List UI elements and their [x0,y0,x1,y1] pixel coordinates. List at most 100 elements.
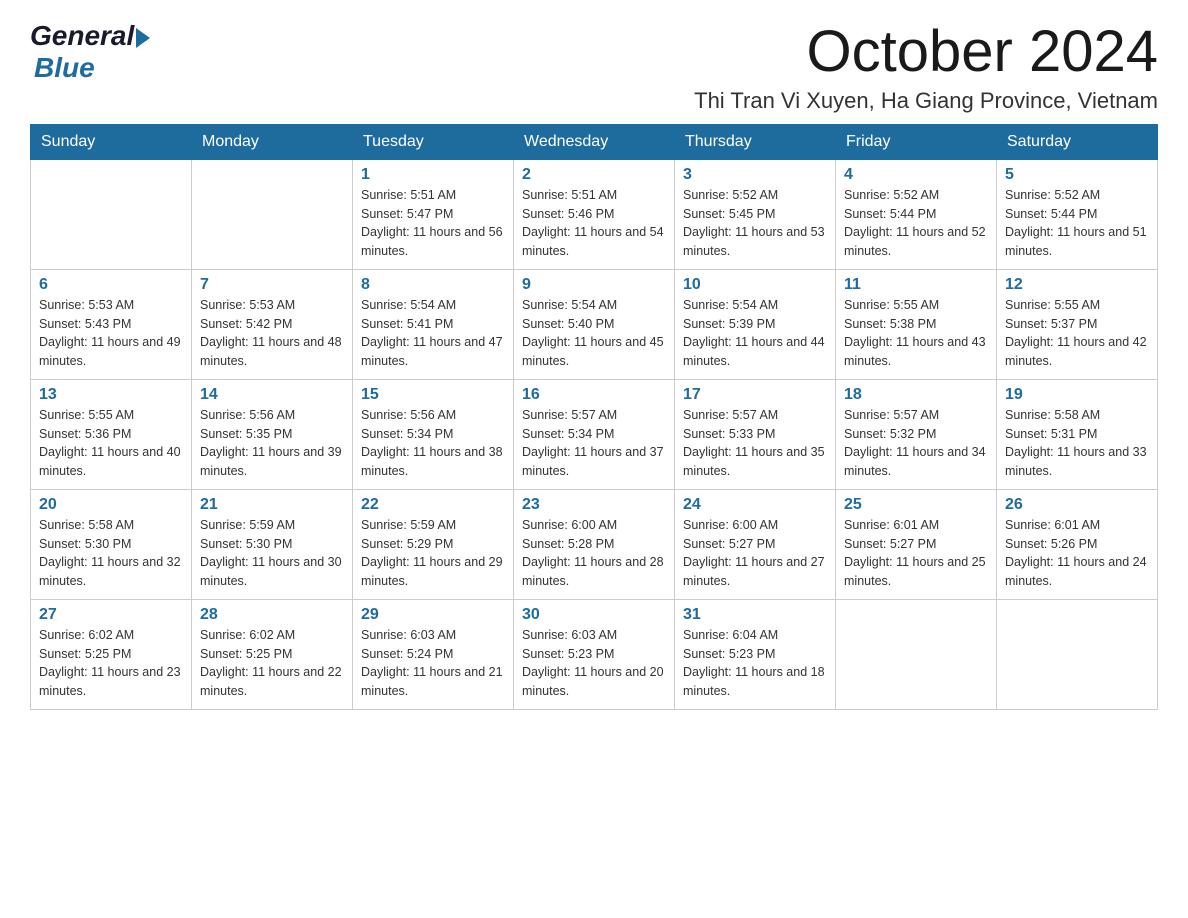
calendar-cell: 28 Sunrise: 6:02 AMSunset: 5:25 PMDayligh… [192,599,353,709]
calendar-header-tuesday: Tuesday [353,124,514,159]
day-info: Sunrise: 5:56 AMSunset: 5:34 PMDaylight:… [361,406,505,481]
day-info: Sunrise: 5:54 AMSunset: 5:40 PMDaylight:… [522,296,666,371]
calendar-week-row: 6 Sunrise: 5:53 AMSunset: 5:43 PMDaylight… [31,269,1158,379]
day-number: 30 [522,606,666,624]
calendar-table: SundayMondayTuesdayWednesdayThursdayFrid… [30,124,1158,710]
calendar-cell: 31 Sunrise: 6:04 AMSunset: 5:23 PMDayligh… [675,599,836,709]
logo: General Blue [30,20,150,84]
day-info: Sunrise: 6:03 AMSunset: 5:23 PMDaylight:… [522,626,666,701]
day-number: 21 [200,496,344,514]
calendar-cell: 27 Sunrise: 6:02 AMSunset: 5:25 PMDayligh… [31,599,192,709]
day-number: 20 [39,496,183,514]
calendar-cell: 1 Sunrise: 5:51 AMSunset: 5:47 PMDaylight… [353,159,514,269]
calendar-cell: 5Sunrise: 5:52 AMSunset: 5:44 PMDaylight… [997,159,1158,269]
day-number: 26 [1005,496,1149,514]
day-number: 6 [39,276,183,294]
calendar-cell: 21Sunrise: 5:59 AMSunset: 5:30 PMDayligh… [192,489,353,599]
calendar-cell: 19Sunrise: 5:58 AMSunset: 5:31 PMDayligh… [997,379,1158,489]
calendar-cell: 4 Sunrise: 5:52 AMSunset: 5:44 PMDaylight… [836,159,997,269]
day-info: Sunrise: 5:53 AMSunset: 5:43 PMDaylight:… [39,296,183,371]
day-info: Sunrise: 5:57 AMSunset: 5:34 PMDaylight:… [522,406,666,481]
calendar-header-sunday: Sunday [31,124,192,159]
day-info: Sunrise: 6:02 AMSunset: 5:25 PMDaylight:… [200,626,344,701]
calendar-cell: 20 Sunrise: 5:58 AMSunset: 5:30 PMDayligh… [31,489,192,599]
calendar-cell: 18Sunrise: 5:57 AMSunset: 5:32 PMDayligh… [836,379,997,489]
day-number: 22 [361,496,505,514]
calendar-cell: 11Sunrise: 5:55 AMSunset: 5:38 PMDayligh… [836,269,997,379]
calendar-week-row: 13Sunrise: 5:55 AMSunset: 5:36 PMDayligh… [31,379,1158,489]
day-info: Sunrise: 5:55 AMSunset: 5:38 PMDaylight:… [844,296,988,371]
day-info: Sunrise: 5:59 AMSunset: 5:29 PMDaylight:… [361,516,505,591]
day-number: 9 [522,276,666,294]
logo-blue-text: Blue [34,52,95,84]
day-number: 3 [683,166,827,184]
day-info: Sunrise: 5:58 AMSunset: 5:30 PMDaylight:… [39,516,183,591]
calendar-cell: 17 Sunrise: 5:57 AMSunset: 5:33 PMDayligh… [675,379,836,489]
day-number: 19 [1005,386,1149,404]
day-info: Sunrise: 5:53 AMSunset: 5:42 PMDaylight:… [200,296,344,371]
day-info: Sunrise: 6:04 AMSunset: 5:23 PMDaylight:… [683,626,827,701]
day-info: Sunrise: 6:01 AMSunset: 5:27 PMDaylight:… [844,516,988,591]
day-info: Sunrise: 5:55 AMSunset: 5:36 PMDaylight:… [39,406,183,481]
day-number: 23 [522,496,666,514]
day-info: Sunrise: 5:52 AMSunset: 5:44 PMDaylight:… [844,186,988,261]
day-number: 29 [361,606,505,624]
day-number: 17 [683,386,827,404]
day-number: 4 [844,166,988,184]
day-info: Sunrise: 5:57 AMSunset: 5:33 PMDaylight:… [683,406,827,481]
day-number: 1 [361,166,505,184]
location-title: Thi Tran Vi Xuyen, Ha Giang Province, Vi… [694,88,1158,114]
calendar-week-row: 20 Sunrise: 5:58 AMSunset: 5:30 PMDayligh… [31,489,1158,599]
day-info: Sunrise: 5:51 AMSunset: 5:47 PMDaylight:… [361,186,505,261]
calendar-cell: 25Sunrise: 6:01 AMSunset: 5:27 PMDayligh… [836,489,997,599]
calendar-cell: 30 Sunrise: 6:03 AMSunset: 5:23 PMDayligh… [514,599,675,709]
month-title: October 2024 [694,20,1158,84]
calendar-cell: 22 Sunrise: 5:59 AMSunset: 5:29 PMDayligh… [353,489,514,599]
day-number: 15 [361,386,505,404]
day-info: Sunrise: 6:00 AMSunset: 5:27 PMDaylight:… [683,516,827,591]
calendar-cell [31,159,192,269]
calendar-week-row: 1 Sunrise: 5:51 AMSunset: 5:47 PMDaylight… [31,159,1158,269]
calendar-cell: 23 Sunrise: 6:00 AMSunset: 5:28 PMDayligh… [514,489,675,599]
day-info: Sunrise: 5:54 AMSunset: 5:41 PMDaylight:… [361,296,505,371]
calendar-header-friday: Friday [836,124,997,159]
calendar-cell: 8Sunrise: 5:54 AMSunset: 5:41 PMDaylight… [353,269,514,379]
calendar-cell: 7 Sunrise: 5:53 AMSunset: 5:42 PMDaylight… [192,269,353,379]
calendar-cell [192,159,353,269]
day-info: Sunrise: 5:51 AMSunset: 5:46 PMDaylight:… [522,186,666,261]
day-number: 2 [522,166,666,184]
calendar-cell: 14Sunrise: 5:56 AMSunset: 5:35 PMDayligh… [192,379,353,489]
calendar-week-row: 27 Sunrise: 6:02 AMSunset: 5:25 PMDayligh… [31,599,1158,709]
day-number: 31 [683,606,827,624]
day-info: Sunrise: 5:52 AMSunset: 5:45 PMDaylight:… [683,186,827,261]
calendar-cell: 16 Sunrise: 5:57 AMSunset: 5:34 PMDayligh… [514,379,675,489]
day-number: 10 [683,276,827,294]
title-section: October 2024 Thi Tran Vi Xuyen, Ha Giang… [694,20,1158,114]
day-number: 24 [683,496,827,514]
calendar-cell [836,599,997,709]
day-number: 12 [1005,276,1149,294]
day-number: 16 [522,386,666,404]
calendar-header-row: SundayMondayTuesdayWednesdayThursdayFrid… [31,124,1158,159]
day-info: Sunrise: 6:00 AMSunset: 5:28 PMDaylight:… [522,516,666,591]
calendar-cell: 6 Sunrise: 5:53 AMSunset: 5:43 PMDaylight… [31,269,192,379]
day-number: 7 [200,276,344,294]
calendar-header-wednesday: Wednesday [514,124,675,159]
calendar-cell: 2 Sunrise: 5:51 AMSunset: 5:46 PMDaylight… [514,159,675,269]
day-info: Sunrise: 6:01 AMSunset: 5:26 PMDaylight:… [1005,516,1149,591]
day-info: Sunrise: 5:54 AMSunset: 5:39 PMDaylight:… [683,296,827,371]
day-info: Sunrise: 5:55 AMSunset: 5:37 PMDaylight:… [1005,296,1149,371]
page-header: General Blue October 2024 Thi Tran Vi Xu… [30,20,1158,114]
calendar-cell [997,599,1158,709]
day-number: 27 [39,606,183,624]
day-info: Sunrise: 6:02 AMSunset: 5:25 PMDaylight:… [39,626,183,701]
day-number: 28 [200,606,344,624]
day-info: Sunrise: 6:03 AMSunset: 5:24 PMDaylight:… [361,626,505,701]
calendar-cell: 29 Sunrise: 6:03 AMSunset: 5:24 PMDayligh… [353,599,514,709]
calendar-header-saturday: Saturday [997,124,1158,159]
day-info: Sunrise: 5:52 AMSunset: 5:44 PMDaylight:… [1005,186,1149,261]
calendar-cell: 3 Sunrise: 5:52 AMSunset: 5:45 PMDaylight… [675,159,836,269]
calendar-cell: 15 Sunrise: 5:56 AMSunset: 5:34 PMDayligh… [353,379,514,489]
calendar-cell: 10 Sunrise: 5:54 AMSunset: 5:39 PMDayligh… [675,269,836,379]
calendar-cell: 24 Sunrise: 6:00 AMSunset: 5:27 PMDayligh… [675,489,836,599]
